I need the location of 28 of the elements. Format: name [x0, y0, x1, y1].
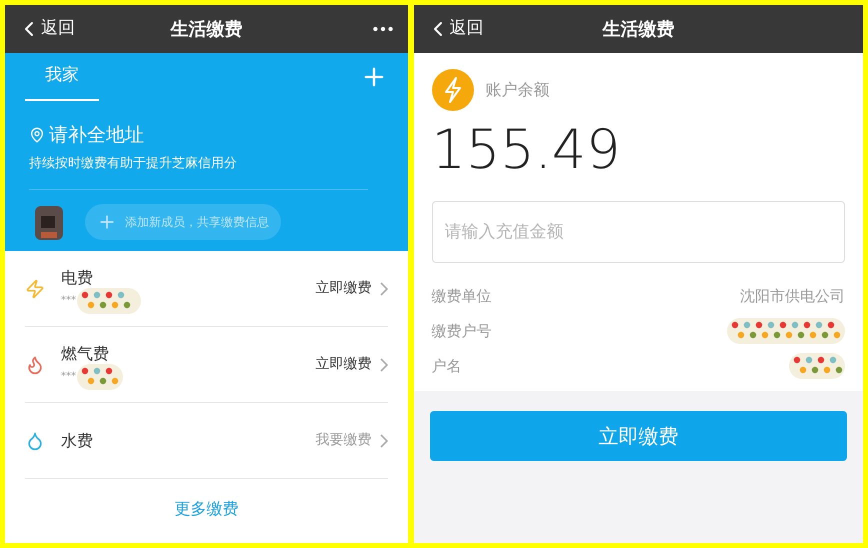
- detail-label: 户名: [432, 356, 462, 377]
- back-button[interactable]: 返回: [17, 16, 75, 42]
- account-number: ***: [61, 370, 76, 384]
- detail-label: 缴费户号: [432, 320, 492, 342]
- bill-row[interactable]: 燃气费 *** 立即缴费: [25, 327, 388, 403]
- amount-field[interactable]: 请输入充值金额: [432, 201, 845, 263]
- account-number: ***: [61, 294, 76, 308]
- chevron-icon: [380, 282, 388, 296]
- balance-amount: 155.49: [432, 123, 622, 177]
- lightning-icon: [25, 278, 45, 298]
- bill-name: 燃气费: [61, 342, 110, 364]
- detail-label: 缴费单位: [432, 286, 492, 307]
- page-title: 生活缴费: [602, 18, 674, 42]
- bill-row[interactable]: 水费 我要缴费: [25, 403, 388, 479]
- balance-label: 账户余额: [486, 79, 550, 101]
- location-icon: [29, 127, 45, 144]
- bill-name: 水费: [61, 430, 93, 452]
- detail-value: 沈阳市供电公司: [740, 286, 845, 307]
- bill-name: 电费: [61, 266, 94, 288]
- bill-row[interactable]: 电费 *** 立即缴费: [25, 251, 388, 327]
- pay-link[interactable]: 立即缴费: [316, 278, 372, 299]
- chevron-icon: [380, 358, 388, 372]
- pay-link[interactable]: 立即缴费: [316, 354, 372, 375]
- page-title: 生活缴费: [170, 18, 242, 42]
- chevron-icon: [380, 434, 388, 448]
- credit-hint: 持续按时缴费有助于提升芝麻信用分: [29, 154, 238, 172]
- back-button[interactable]: 返回: [426, 16, 484, 42]
- lightning-badge-icon: [432, 69, 474, 111]
